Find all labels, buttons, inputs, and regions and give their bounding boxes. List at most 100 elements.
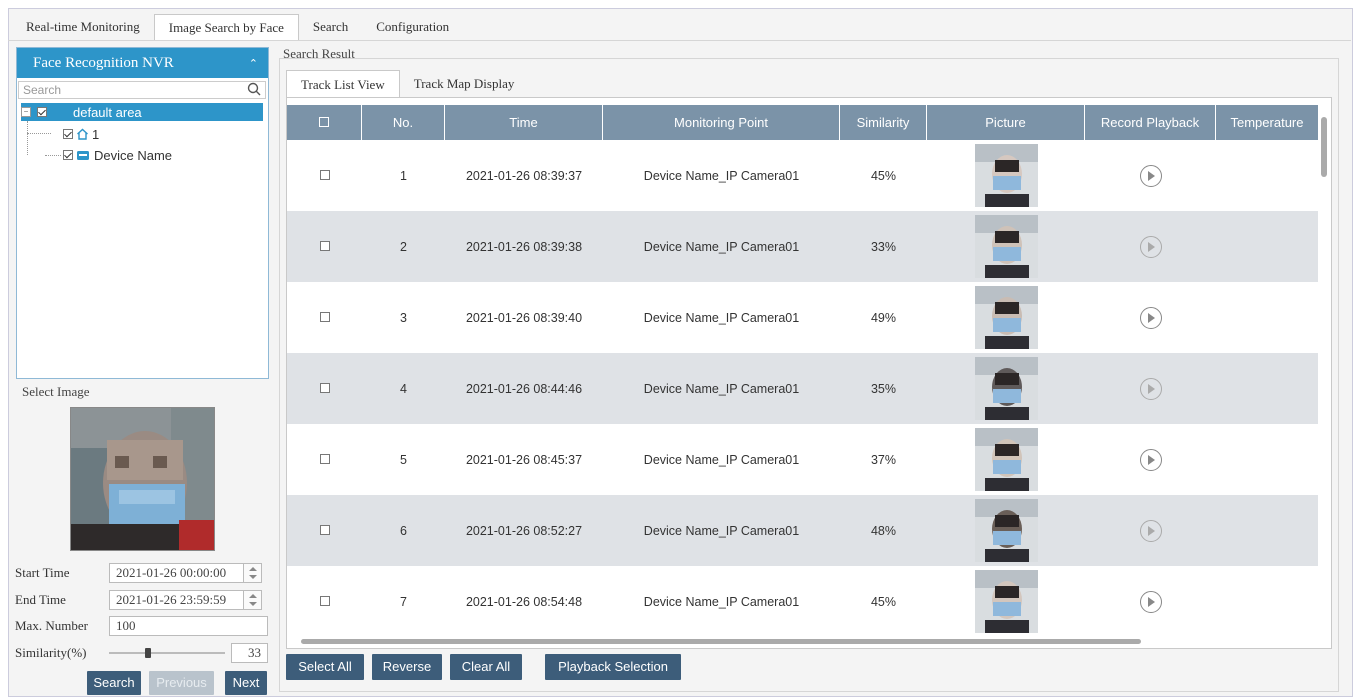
tree-connector xyxy=(27,133,51,134)
result-view-tabs: Track List View Track Map Display xyxy=(286,70,528,97)
max-number-field[interactable]: 100 xyxy=(109,616,268,636)
table-row[interactable]: 3 2021-01-26 08:39:40 Device Name_IP Camer… xyxy=(287,282,1318,353)
column-header[interactable]: Time xyxy=(445,105,603,140)
result-table: No. Time Monitoring Point Similarity Pic… xyxy=(286,97,1332,649)
play-icon[interactable] xyxy=(1139,235,1162,258)
end-time-row: End Time 2021-01-26 23:59:59 xyxy=(15,590,262,610)
row-time: 2021-01-26 08:39:40 xyxy=(465,310,583,325)
column-header[interactable]: No. xyxy=(362,105,445,140)
column-header[interactable]: Similarity xyxy=(840,105,927,140)
row-playback-cell xyxy=(1085,306,1216,329)
previous-button[interactable]: Previous xyxy=(149,671,214,695)
column-header[interactable]: Record Playback xyxy=(1085,105,1216,140)
row-time: 2021-01-26 08:39:38 xyxy=(465,239,583,254)
row-playback-cell xyxy=(1085,519,1216,542)
tree-node-1[interactable]: 1 xyxy=(63,125,99,143)
row-time: 2021-01-26 08:44:46 xyxy=(465,381,583,396)
play-icon[interactable] xyxy=(1139,519,1162,542)
reverse-button[interactable]: Reverse xyxy=(372,654,442,680)
play-icon[interactable] xyxy=(1139,164,1162,187)
collapse-icon[interactable]: ⌃ xyxy=(249,57,258,70)
main-tabs: Real-time Monitoring Image Search by Fac… xyxy=(12,14,463,40)
horizontal-scroll-thumb[interactable] xyxy=(301,639,1141,644)
end-time-field[interactable]: 2021-01-26 23:59:59 xyxy=(109,590,244,610)
playback-selection-button[interactable]: Playback Selection xyxy=(545,654,681,680)
play-icon[interactable] xyxy=(1139,377,1162,400)
horizontal-scrollbar[interactable] xyxy=(291,636,1319,646)
tree-title: Face Recognition NVR xyxy=(33,54,174,71)
face-thumbnail[interactable] xyxy=(974,357,1038,420)
slider-handle[interactable] xyxy=(145,648,152,658)
row-checkbox[interactable] xyxy=(319,595,330,606)
play-icon[interactable] xyxy=(1139,590,1162,613)
tree-connector xyxy=(45,155,61,156)
tree-node-device-name[interactable]: Device Name xyxy=(63,146,172,164)
table-row[interactable]: 5 2021-01-26 08:45:37 Device Name_IP Camer… xyxy=(287,424,1318,495)
table-row[interactable]: 1 2021-01-26 08:39:37 Device Name_IP Camer… xyxy=(287,140,1318,211)
search-icon[interactable] xyxy=(247,82,261,96)
tree-node-default-area[interactable]: − default area xyxy=(21,103,263,121)
similarity-slider[interactable] xyxy=(109,648,225,658)
tree-checkbox[interactable] xyxy=(63,150,73,160)
collapse-node-icon[interactable]: − xyxy=(21,107,31,117)
tab-image-search-by-face[interactable]: Image Search by Face xyxy=(153,14,299,40)
table-row[interactable]: 6 2021-01-26 08:52:27 Device Name_IP Camer… xyxy=(287,495,1318,566)
tree-node-label: 1 xyxy=(92,126,100,142)
tab-search[interactable]: Search xyxy=(299,14,362,40)
column-header[interactable]: Temperature xyxy=(1216,105,1318,140)
tree-search-input[interactable]: Search xyxy=(18,81,266,99)
row-no: 5 xyxy=(400,452,407,467)
table-row[interactable]: 4 2021-01-26 08:44:46 Device Name_IP Camer… xyxy=(287,353,1318,424)
table-row[interactable]: 2 2021-01-26 08:39:38 Device Name_IP Camer… xyxy=(287,211,1318,282)
query-face-image[interactable] xyxy=(70,407,215,551)
tab-track-list-view[interactable]: Track List View xyxy=(286,70,400,97)
next-button[interactable]: Next xyxy=(225,671,267,695)
row-picture-cell xyxy=(927,286,1085,349)
table-row[interactable]: 7 2021-01-26 08:54:48 Device Name_IP Camer… xyxy=(287,566,1318,637)
play-icon[interactable] xyxy=(1139,306,1162,329)
row-picture-cell xyxy=(927,570,1085,633)
tree-node-label: default area xyxy=(73,104,142,120)
tree-connector xyxy=(27,121,29,155)
tree-checkbox[interactable] xyxy=(37,107,47,117)
vertical-scroll-thumb[interactable] xyxy=(1321,117,1327,177)
search-button[interactable]: Search xyxy=(87,671,141,695)
start-time-spinner[interactable] xyxy=(244,563,262,583)
tab-configuration[interactable]: Configuration xyxy=(362,14,463,40)
row-checkbox[interactable] xyxy=(319,311,330,322)
row-time: 2021-01-26 08:52:27 xyxy=(465,523,583,538)
face-thumbnail[interactable] xyxy=(974,570,1038,633)
row-picture-cell xyxy=(927,215,1085,278)
row-checkbox[interactable] xyxy=(319,382,330,393)
column-header[interactable]: Monitoring Point xyxy=(603,105,840,140)
tab-track-map-display[interactable]: Track Map Display xyxy=(400,70,529,97)
column-header[interactable]: Picture xyxy=(927,105,1085,140)
row-playback-cell xyxy=(1085,235,1216,258)
row-checkbox[interactable] xyxy=(319,169,330,180)
face-thumbnail[interactable] xyxy=(974,286,1038,349)
tree-checkbox[interactable] xyxy=(63,129,73,139)
clear-all-button[interactable]: Clear All xyxy=(450,654,522,680)
face-thumbnail[interactable] xyxy=(974,215,1038,278)
face-thumbnail[interactable] xyxy=(974,499,1038,562)
row-picture-cell xyxy=(927,357,1085,420)
vertical-scrollbar[interactable] xyxy=(1319,105,1329,635)
face-thumbnail[interactable] xyxy=(974,144,1038,207)
select-all-checkbox[interactable] xyxy=(319,117,329,127)
tree-header[interactable]: Face Recognition NVR ⌃ xyxy=(17,48,268,78)
face-thumbnail[interactable] xyxy=(974,428,1038,491)
play-icon[interactable] xyxy=(1139,448,1162,471)
row-checkbox[interactable] xyxy=(319,524,330,535)
similarity-value[interactable]: 33 xyxy=(231,643,268,663)
select-image-title: Select Image xyxy=(22,384,90,399)
tree-search-placeholder: Search xyxy=(23,83,62,97)
row-checkbox[interactable] xyxy=(319,453,330,464)
select-all-button[interactable]: Select All xyxy=(286,654,364,680)
tab-real-time-monitoring[interactable]: Real-time Monitoring xyxy=(12,14,154,40)
row-monitoring-point: Device Name_IP Camera01 xyxy=(643,452,800,467)
tree-node-label: Device Name xyxy=(94,147,173,163)
row-checkbox[interactable] xyxy=(319,240,330,251)
start-time-field[interactable]: 2021-01-26 00:00:00 xyxy=(109,563,244,583)
row-select-cell xyxy=(287,595,362,609)
end-time-spinner[interactable] xyxy=(244,590,262,610)
